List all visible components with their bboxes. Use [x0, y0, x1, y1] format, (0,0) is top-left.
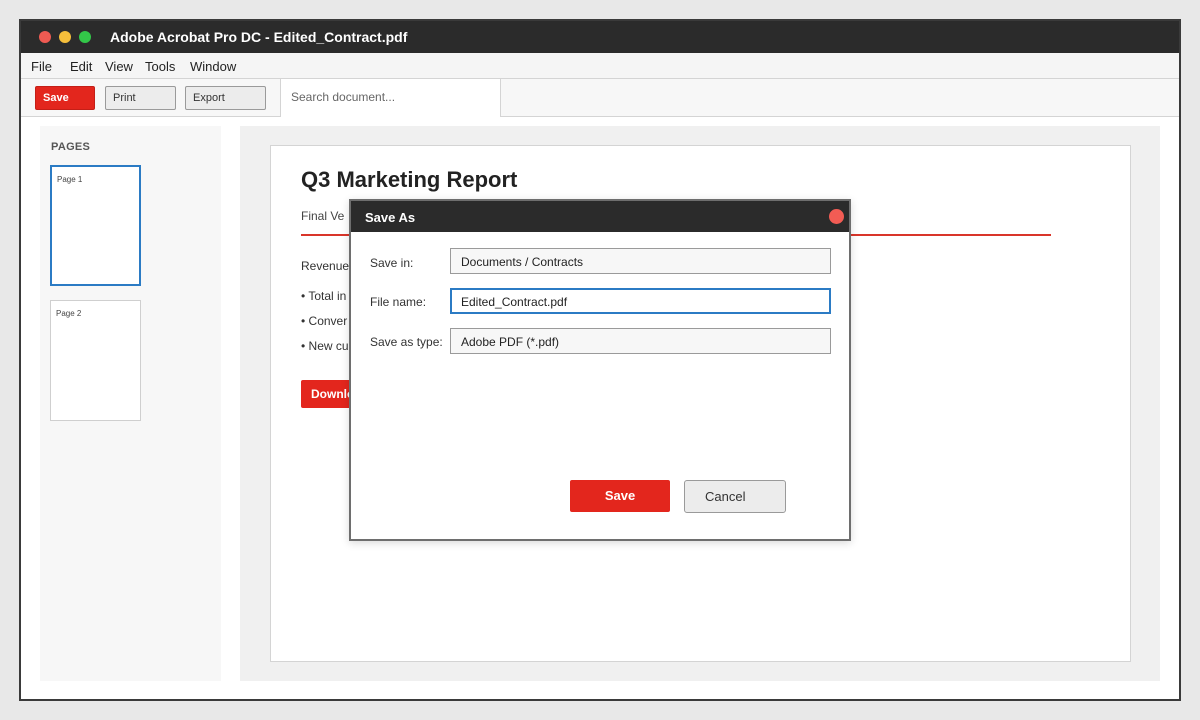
- window-title: Adobe Acrobat Pro DC - Edited_Contract.p…: [110, 29, 408, 45]
- save-in-field[interactable]: Documents / Contracts: [450, 248, 831, 274]
- file-name-label: File name:: [370, 295, 427, 309]
- cancel-button[interactable]: Cancel: [684, 480, 786, 513]
- section-heading: Revenue: [301, 259, 350, 273]
- save-in-label: Save in:: [370, 256, 414, 270]
- page-thumbnail-label: Page 2: [56, 309, 82, 318]
- pages-sidebar: PAGES Page 1 Page 2: [40, 126, 221, 681]
- save-as-dialog: Save As Save in: Documents / Contracts F…: [349, 199, 851, 541]
- toolbar-export-button[interactable]: Export: [185, 86, 266, 110]
- page-thumbnail-2[interactable]: Page 2: [50, 300, 141, 421]
- menu-window[interactable]: Window: [190, 59, 236, 74]
- toolbar: Save Print Export Search document...: [21, 79, 1179, 117]
- title-bar: Adobe Acrobat Pro DC - Edited_Contract.p…: [21, 21, 1179, 53]
- file-name-input[interactable]: Edited_Contract.pdf: [450, 288, 831, 314]
- save-button[interactable]: Save: [570, 480, 670, 512]
- list-item: • Conver: [301, 314, 348, 328]
- menu-edit[interactable]: Edit: [70, 59, 92, 74]
- menu-view[interactable]: View: [105, 59, 133, 74]
- pages-heading: PAGES: [51, 141, 91, 153]
- window-close-icon[interactable]: [39, 31, 51, 43]
- document-subtitle: Final Ve: [301, 209, 345, 223]
- menu-tools[interactable]: Tools: [145, 59, 175, 74]
- list-item: • New cu: [301, 339, 349, 353]
- menu-bar: File Edit View Tools Window: [21, 53, 1179, 79]
- page-thumbnail-1[interactable]: Page 1: [50, 165, 141, 286]
- save-as-type-label: Save as type:: [370, 335, 443, 349]
- page-thumbnail-label: Page 1: [57, 175, 83, 184]
- window-minimize-icon[interactable]: [59, 31, 71, 43]
- document-title: Q3 Marketing Report: [301, 167, 518, 192]
- toolbar-save-button[interactable]: Save: [35, 86, 95, 110]
- save-as-type-select[interactable]: Adobe PDF (*.pdf): [450, 328, 831, 354]
- toolbar-print-button[interactable]: Print: [105, 86, 176, 110]
- dialog-header: Save As: [351, 201, 849, 232]
- close-icon[interactable]: [829, 209, 844, 224]
- menu-file[interactable]: File: [31, 59, 52, 74]
- window-maximize-icon[interactable]: [79, 31, 91, 43]
- list-item: • Total in: [301, 289, 347, 303]
- search-input[interactable]: Search document...: [280, 79, 501, 117]
- dialog-title: Save As: [365, 210, 416, 225]
